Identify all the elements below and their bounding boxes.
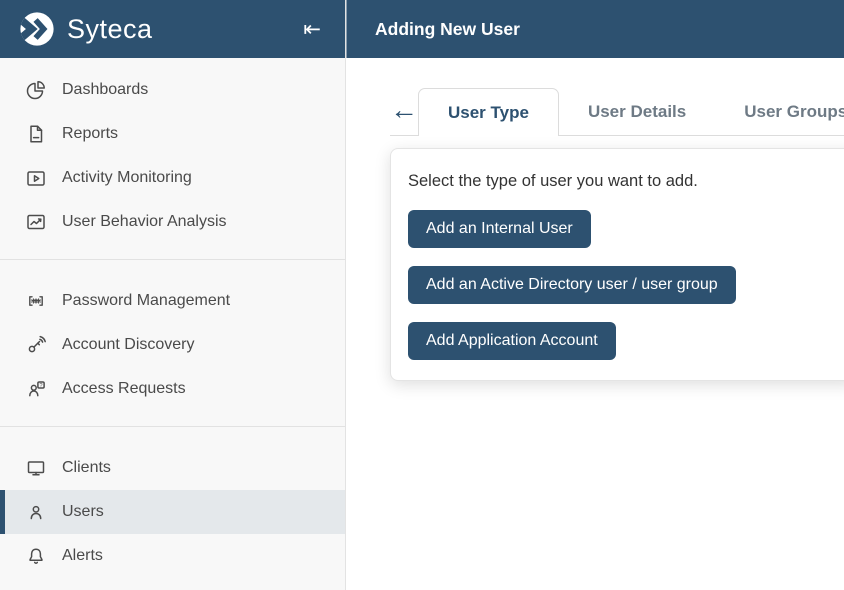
person-question-icon: ? bbox=[25, 378, 47, 400]
user-type-panel: Select the type of user you want to add.… bbox=[390, 148, 844, 381]
sidebar: Syteca ⇤ Dashboards Reports bbox=[0, 0, 346, 590]
page-content: ← User Type User Details User Groups Sel… bbox=[346, 58, 844, 590]
sidebar-item-label: Users bbox=[62, 503, 104, 521]
line-chart-icon bbox=[25, 211, 47, 233]
sidebar-item-label: Dashboards bbox=[62, 81, 148, 99]
bell-icon bbox=[25, 545, 47, 567]
sidebar-item-user-behavior-analysis[interactable]: User Behavior Analysis bbox=[0, 200, 345, 244]
sidebar-item-label: User Behavior Analysis bbox=[62, 213, 227, 231]
user-type-prompt: Select the type of user you want to add. bbox=[408, 172, 837, 191]
person-icon bbox=[25, 501, 47, 523]
sidebar-item-label: Password Management bbox=[62, 292, 230, 310]
sidebar-collapse-icon[interactable]: ⇤ bbox=[299, 15, 325, 44]
sidebar-item-reports[interactable]: Reports bbox=[0, 112, 345, 156]
sidebar-item-password-management[interactable]: Password Management bbox=[0, 279, 345, 323]
sidebar-nav: Dashboards Reports Activity Monitoring bbox=[0, 58, 345, 578]
tabs-bar: ← User Type User Details User Groups bbox=[390, 88, 844, 136]
add-application-account-button[interactable]: Add Application Account bbox=[408, 322, 616, 360]
monitor-icon bbox=[25, 457, 47, 479]
password-brackets-icon bbox=[25, 290, 47, 312]
sidebar-item-label: Clients bbox=[62, 459, 111, 477]
page-topbar: Adding New User bbox=[346, 0, 844, 58]
sidebar-item-account-discovery[interactable]: Account Discovery bbox=[0, 323, 345, 367]
sidebar-item-label: Access Requests bbox=[62, 380, 186, 398]
sidebar-item-users[interactable]: Users bbox=[0, 490, 345, 534]
sidebar-item-activity-monitoring[interactable]: Activity Monitoring bbox=[0, 156, 345, 200]
tab-label: User Type bbox=[448, 103, 529, 123]
sidebar-item-label: Reports bbox=[62, 125, 118, 143]
sidebar-divider bbox=[0, 259, 345, 260]
tab-label: User Details bbox=[588, 102, 686, 122]
sidebar-divider bbox=[0, 426, 345, 427]
video-play-icon bbox=[25, 167, 47, 189]
tab-user-type[interactable]: User Type bbox=[418, 88, 559, 136]
add-internal-user-button[interactable]: Add an Internal User bbox=[408, 210, 591, 248]
syteca-logo-icon bbox=[18, 10, 56, 48]
brand-name: Syteca bbox=[67, 14, 153, 45]
tab-user-groups[interactable]: User Groups bbox=[715, 88, 844, 135]
main-area: Adding New User ← User Type User Details… bbox=[346, 0, 844, 590]
add-active-directory-user-button[interactable]: Add an Active Directory user / user grou… bbox=[408, 266, 736, 304]
sidebar-header: Syteca ⇤ bbox=[0, 0, 345, 58]
page-title: Adding New User bbox=[375, 19, 520, 40]
sidebar-item-dashboards[interactable]: Dashboards bbox=[0, 68, 345, 112]
sidebar-item-label: Account Discovery bbox=[62, 336, 195, 354]
back-arrow-icon[interactable]: ← bbox=[390, 88, 418, 135]
sidebar-item-alerts[interactable]: Alerts bbox=[0, 534, 345, 578]
document-icon bbox=[25, 123, 47, 145]
tab-label: User Groups bbox=[744, 102, 844, 122]
sidebar-item-label: Activity Monitoring bbox=[62, 169, 192, 187]
sidebar-item-access-requests[interactable]: ? Access Requests bbox=[0, 367, 345, 411]
sidebar-item-clients[interactable]: Clients bbox=[0, 446, 345, 490]
tab-user-details[interactable]: User Details bbox=[559, 88, 715, 135]
pie-chart-icon bbox=[25, 79, 47, 101]
app-window: Syteca ⇤ Dashboards Reports bbox=[0, 0, 844, 590]
key-signal-icon bbox=[25, 334, 47, 356]
sidebar-item-label: Alerts bbox=[62, 547, 103, 565]
